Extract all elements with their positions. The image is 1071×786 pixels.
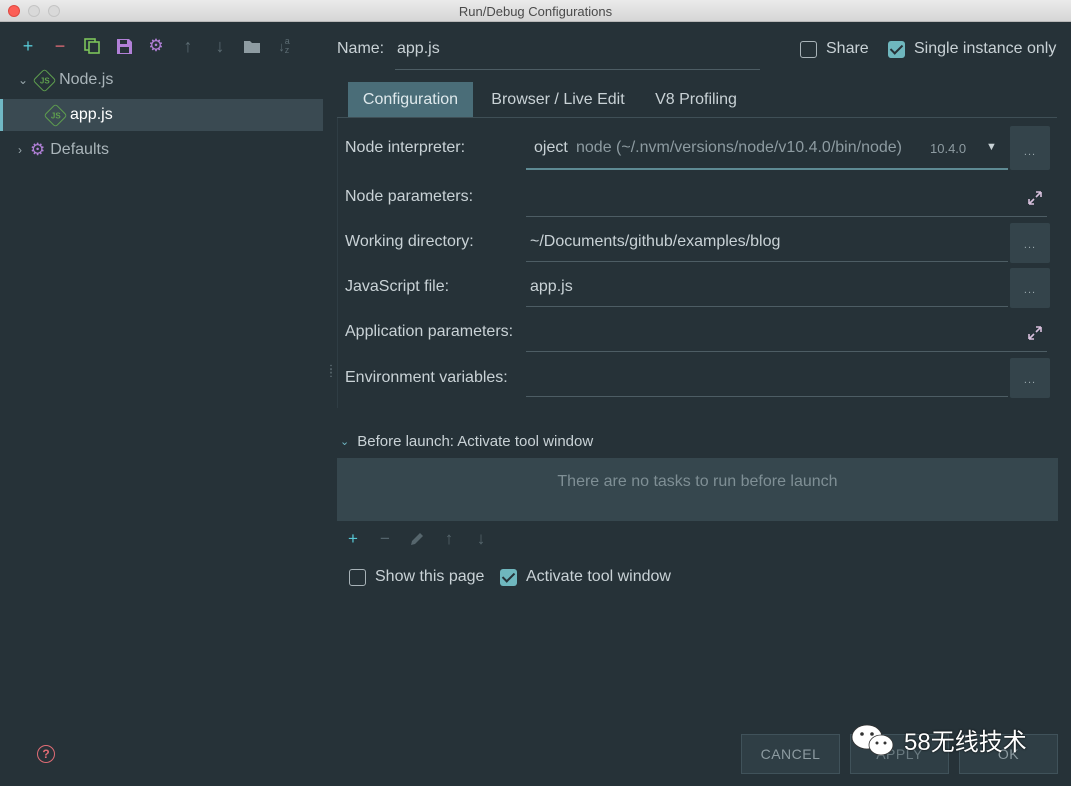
tree-item-app-js[interactable]: JS app.js — [0, 99, 323, 131]
node-parameters-label: Node parameters: — [345, 188, 474, 205]
tree-item-label: app.js — [70, 106, 113, 123]
defaults-label: Defaults — [50, 141, 109, 158]
chevron-down-icon: ⌄ — [340, 436, 350, 448]
dropdown-arrow-icon[interactable]: ▼ — [986, 141, 997, 153]
tab-configuration[interactable]: Configuration — [348, 82, 473, 117]
window-title: Run/Debug Configurations — [458, 4, 613, 19]
tab-browser-live-edit[interactable]: Browser / Live Edit — [479, 82, 637, 117]
single-instance-checkbox[interactable] — [888, 41, 905, 58]
single-instance-label: Single instance only — [914, 40, 1057, 57]
add-configuration-icon[interactable]: + — [17, 35, 39, 57]
folder-icon[interactable] — [241, 35, 263, 57]
environment-variables-underline — [526, 396, 1008, 397]
chevron-down-icon[interactable]: ⌄ — [18, 73, 28, 87]
working-directory-input[interactable]: ~/Documents/github/examples/blog — [530, 233, 780, 251]
activate-tool-window-label: Activate tool window — [526, 568, 671, 585]
before-launch-header[interactable]: ⌄ Before launch: Activate tool window — [340, 433, 593, 450]
working-directory-underline — [526, 261, 1008, 262]
add-task-icon[interactable]: + — [344, 529, 362, 548]
environment-variables-label: Environment variables: — [345, 369, 508, 386]
remove-task-icon[interactable]: − — [376, 529, 394, 548]
node-parameters-underline — [526, 216, 1047, 217]
name-input[interactable]: app.js — [397, 40, 440, 58]
before-launch-empty-text: There are no tasks to run before launch — [557, 473, 838, 490]
defaults-gear-icon: ⚙ — [30, 140, 46, 159]
tree-group-label: Node.js — [59, 71, 114, 88]
application-parameters-input[interactable] — [526, 315, 1047, 351]
application-parameters-label: Application parameters: — [345, 323, 514, 340]
before-launch-task-list[interactable]: There are no tasks to run before launch — [337, 458, 1058, 521]
move-task-down-icon[interactable]: ↓ — [472, 529, 490, 548]
javascript-file-input[interactable]: app.js — [530, 278, 573, 296]
sort-alphabetically-icon[interactable]: ↓ a z — [273, 35, 295, 57]
javascript-file-underline — [526, 306, 1008, 307]
tree-item-defaults[interactable]: › ⚙ Defaults — [18, 134, 109, 166]
move-up-icon[interactable]: ↑ — [177, 35, 199, 57]
node-parameters-input[interactable] — [526, 180, 1047, 216]
javascript-file-label: JavaScript file: — [345, 278, 450, 295]
nodejs-icon: JS — [32, 67, 57, 93]
show-this-page-checkbox[interactable] — [349, 569, 366, 586]
edit-task-pencil-icon[interactable] — [408, 530, 426, 548]
application-parameters-underline — [526, 351, 1047, 352]
share-label: Share — [826, 40, 869, 57]
show-this-page-label: Show this page — [375, 568, 485, 585]
node-interpreter-version: 10.4.0 — [930, 141, 967, 156]
expand-node-parameters-icon[interactable] — [1026, 189, 1044, 207]
copy-configuration-icon[interactable] — [81, 35, 103, 57]
tab-v8-profiling[interactable]: V8 Profiling — [642, 82, 750, 117]
move-down-icon[interactable]: ↓ — [209, 35, 231, 57]
watermark: 58无线技术 — [850, 722, 1027, 757]
nodejs-file-icon: JS — [43, 102, 68, 128]
before-launch-title: Before launch: Activate tool window — [357, 433, 594, 450]
javascript-file-browse-button[interactable]: ... — [1010, 268, 1050, 308]
name-input-underline — [395, 69, 760, 70]
environment-variables-input[interactable] — [526, 360, 1008, 396]
expand-application-parameters-icon[interactable] — [1026, 324, 1044, 342]
edit-defaults-gear-icon[interactable]: ⚙ — [145, 35, 167, 57]
node-interpreter-label: Node interpreter: — [345, 139, 466, 156]
move-task-up-icon[interactable]: ↑ — [440, 529, 458, 548]
activate-tool-window-checkbox[interactable] — [500, 569, 517, 586]
panel-splitter-handle[interactable]: ⋮ ⋮ — [326, 365, 336, 384]
watermark-text: 58无线技术 — [904, 729, 1027, 756]
remove-configuration-icon[interactable]: − — [49, 35, 71, 57]
environment-variables-browse-button[interactable]: ... — [1010, 358, 1050, 398]
wechat-logo-icon — [851, 724, 894, 755]
node-interpreter-select[interactable]: oject node (~/.nvm/versions/node/v10.4.0… — [526, 126, 1008, 170]
working-directory-label: Working directory: — [345, 233, 474, 250]
chevron-right-icon[interactable]: › — [18, 143, 22, 157]
title-bar: Run/Debug Configurations — [0, 0, 1071, 22]
save-configuration-icon[interactable] — [113, 35, 135, 57]
node-interpreter-prefix: oject — [534, 139, 568, 156]
cancel-button[interactable]: CANCEL — [741, 734, 840, 774]
node-interpreter-browse-button[interactable]: ... — [1010, 126, 1050, 170]
node-interpreter-path: node (~/.nvm/versions/node/v10.4.0/bin/n… — [576, 139, 902, 156]
help-icon[interactable]: ? — [37, 745, 55, 763]
working-directory-browse-button[interactable]: ... — [1010, 223, 1050, 263]
tree-group-nodejs[interactable]: ⌄ JS Node.js — [18, 64, 113, 96]
share-checkbox[interactable] — [800, 41, 817, 58]
name-label: Name: — [337, 40, 385, 57]
